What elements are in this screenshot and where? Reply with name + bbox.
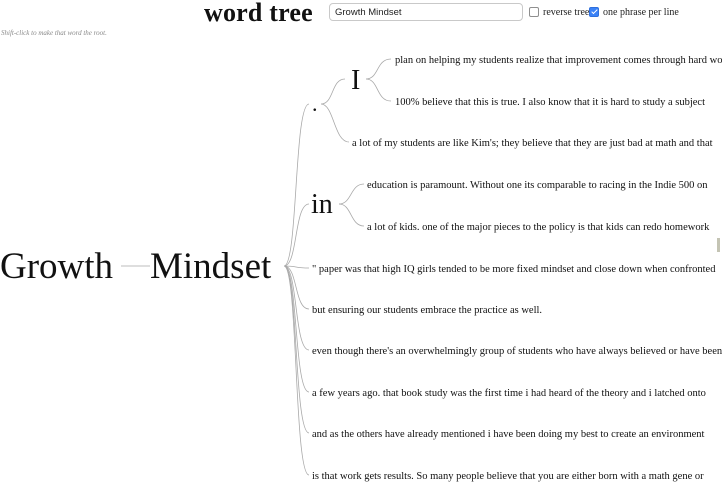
- phrase-100-believe[interactable]: 100% believe that this is true. I also k…: [395, 97, 705, 108]
- link-I-100: [365, 78, 392, 102]
- phrase-plan-on-helping[interactable]: plan on helping my students realize that…: [395, 55, 722, 66]
- node-period[interactable]: .: [312, 91, 318, 116]
- root-word-mindset[interactable]: Mindset: [150, 246, 272, 287]
- phrase-paper-was-that[interactable]: " paper was that high IQ girls tended to…: [312, 264, 716, 275]
- link-in-education: [338, 183, 365, 205]
- link-is: [283, 265, 310, 476]
- scrollbar-marker[interactable]: [717, 238, 720, 252]
- link-dot-alot: [320, 103, 350, 143]
- phrase-is-that-work[interactable]: is that work gets results. So many peopl…: [312, 471, 704, 482]
- link-dot: [283, 103, 310, 267]
- node-in[interactable]: in: [311, 189, 333, 220]
- link-in: [283, 203, 310, 267]
- phrase-and-as-the-others[interactable]: and as the others have already mentioned…: [312, 429, 705, 440]
- link-in-alotkids: [338, 203, 365, 227]
- phrase-even-though[interactable]: even though there's an overwhelmingly gr…: [312, 346, 722, 357]
- link-I-plan: [365, 58, 392, 80]
- root-word-growth[interactable]: Growth: [0, 246, 114, 287]
- phrase-a-few-years-ago[interactable]: a few years ago. that book study was the…: [312, 388, 706, 399]
- link-dot-I: [320, 78, 346, 105]
- node-I[interactable]: I: [351, 65, 360, 96]
- word-tree-canvas: Growth Mindset . I plan on helping my st…: [0, 55, 722, 482]
- phrase-a-lot-of-kids[interactable]: a lot of kids. one of the major pieces t…: [367, 222, 710, 233]
- phrase-but-ensuring[interactable]: but ensuring our students embrace the pr…: [312, 305, 542, 316]
- phrase-education-is-paramount[interactable]: education is paramount. Without one its …: [367, 180, 708, 191]
- link-and: [283, 265, 310, 434]
- phrase-a-lot-of-my-students[interactable]: a lot of my students are like Kim's; the…: [352, 138, 713, 149]
